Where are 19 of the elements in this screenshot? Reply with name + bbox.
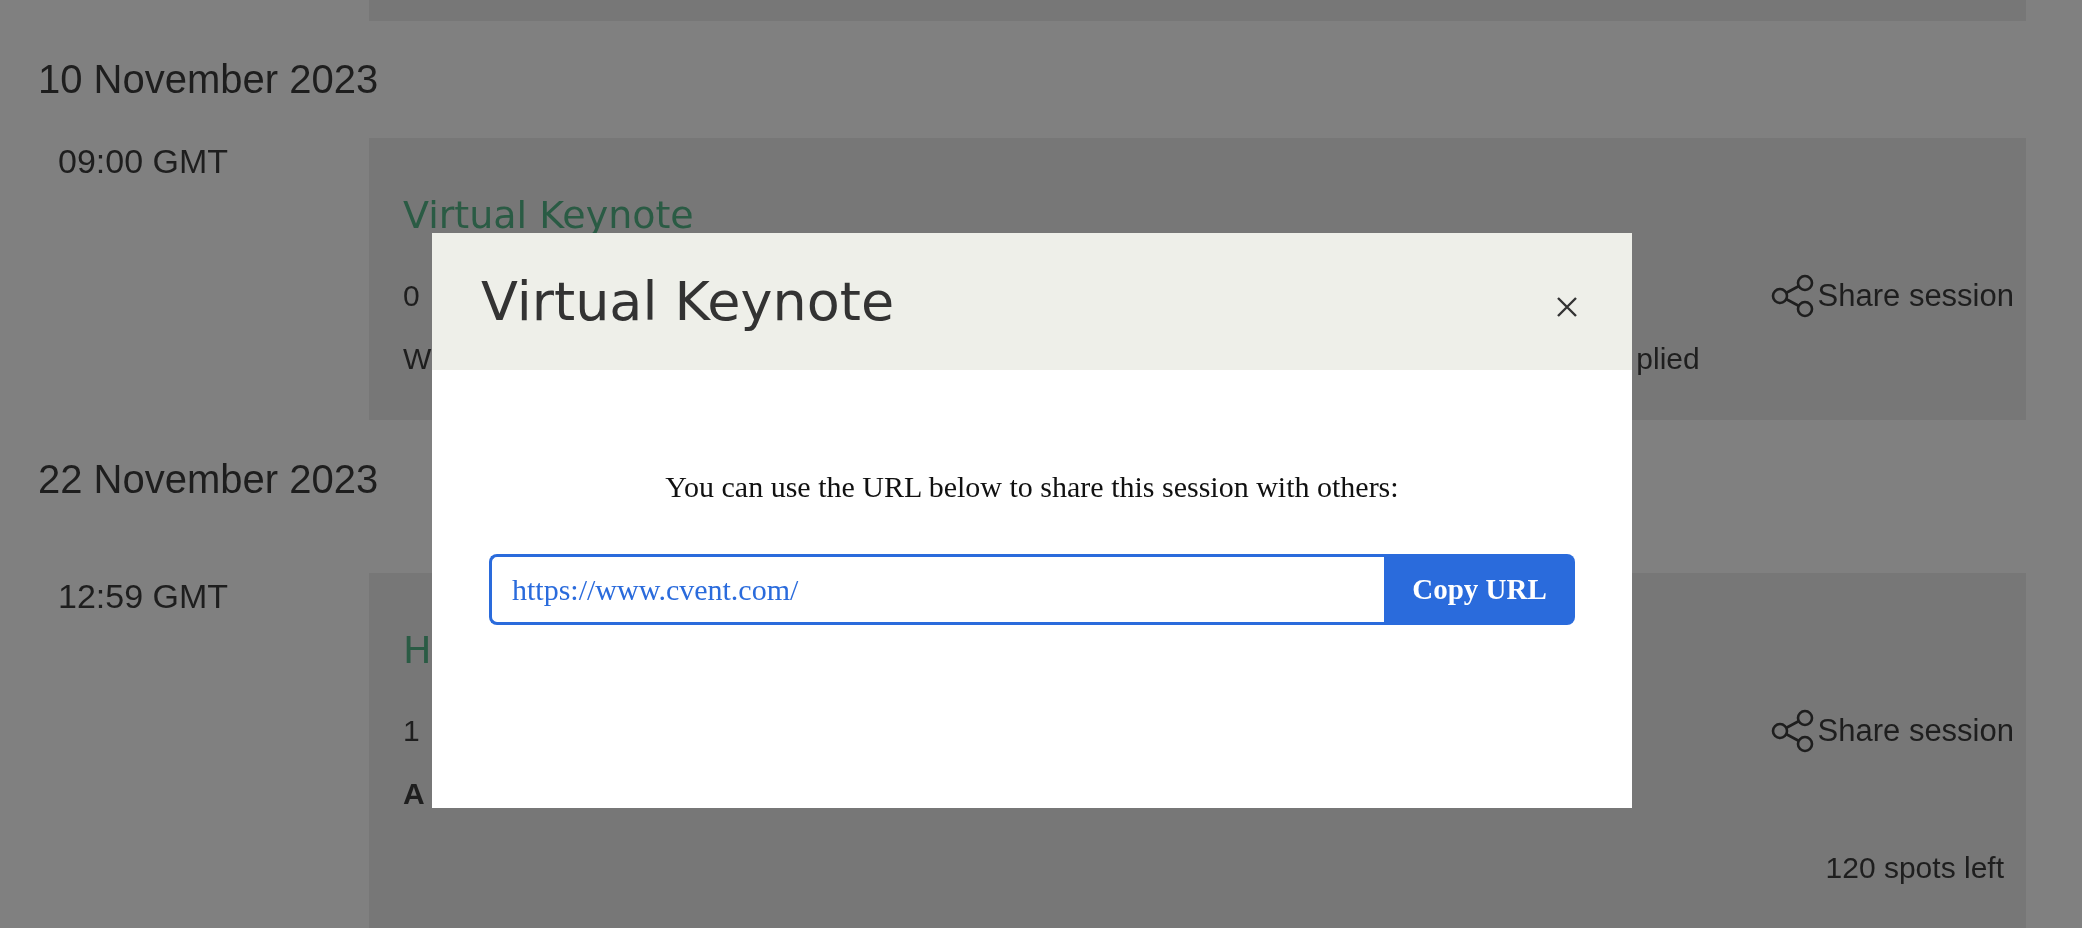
dialog-title: Virtual Keynote [481, 270, 895, 333]
day-heading: 22 November 2023 [37, 456, 379, 503]
day-heading: 10 November 2023 [37, 56, 379, 103]
session-detail: 1 [403, 714, 420, 748]
share-session-button[interactable]: Share session [1769, 274, 2014, 318]
session-time: 12:59 GMT [58, 577, 229, 615]
url-field[interactable]: https://www.cvent.com/ [489, 554, 1384, 625]
share-session-button[interactable]: Share session [1769, 709, 2014, 753]
session-detail: W [403, 342, 432, 376]
session-detail: 0 [403, 279, 420, 313]
session-time: 09:00 GMT [58, 142, 229, 180]
share-icon [1769, 709, 1816, 753]
share-icon [1769, 274, 1816, 318]
session-detail: plied [1636, 342, 1700, 376]
close-icon[interactable] [1556, 295, 1578, 318]
spots-left: 120 spots left [1825, 851, 2004, 885]
dialog-message: You can use the URL below to share this session with others: [665, 470, 1399, 504]
session-detail: A [403, 777, 425, 811]
copy-url-button[interactable]: Copy URL [1384, 554, 1575, 625]
